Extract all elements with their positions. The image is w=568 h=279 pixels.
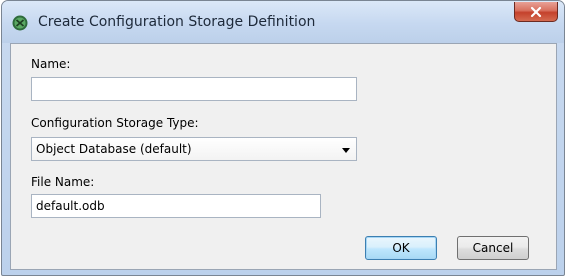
dialog-body: Name: Configuration Storage Type: Object… xyxy=(10,43,557,270)
cancel-button[interactable]: Cancel xyxy=(457,236,529,260)
app-icon xyxy=(12,15,28,31)
title-bar[interactable]: Create Configuration Storage Definition xyxy=(2,1,564,43)
storage-type-label: Configuration Storage Type: xyxy=(31,116,199,130)
dialog-window: Create Configuration Storage Definition … xyxy=(1,0,565,276)
file-name-input[interactable] xyxy=(31,194,321,218)
ok-button[interactable]: OK xyxy=(365,236,437,260)
storage-type-select[interactable]: Object Database (default) xyxy=(31,137,357,161)
name-input[interactable] xyxy=(31,77,357,101)
close-button[interactable] xyxy=(514,2,558,22)
close-icon xyxy=(530,6,542,17)
name-label: Name: xyxy=(31,57,71,71)
storage-type-selected-value: Object Database (default) xyxy=(36,142,192,156)
chevron-down-icon[interactable] xyxy=(342,148,350,153)
dialog-title: Create Configuration Storage Definition xyxy=(38,14,316,30)
file-name-label: File Name: xyxy=(31,175,95,189)
